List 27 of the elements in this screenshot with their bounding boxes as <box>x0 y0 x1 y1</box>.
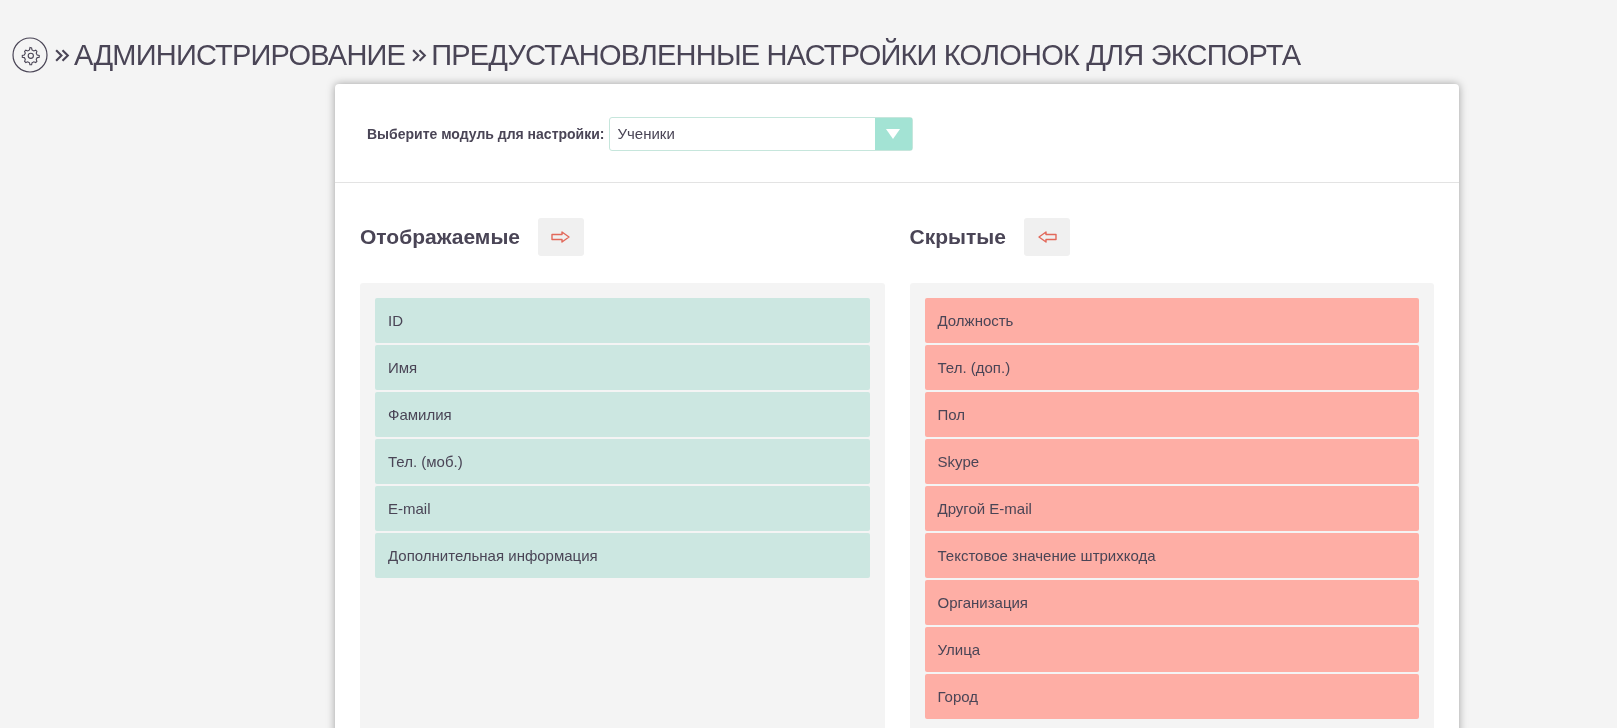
column-item[interactable]: Фамилия <box>375 392 870 437</box>
move-button[interactable] <box>1023 218 1070 256</box>
column-heading: Скрытые <box>909 225 1006 249</box>
breadcrumb-item[interactable]: АДМИНИСТРИРОВАНИЕ <box>74 38 406 72</box>
column-item[interactable]: Другой E-mail <box>924 486 1419 531</box>
column-item[interactable]: Текстовое значение штрихкода <box>924 533 1419 578</box>
breadcrumb-item[interactable]: ПРЕДУСТАНОВЛЕННЫЕ НАСТРОЙКИ КОЛОНОК ДЛЯ ЭКСПОРТА <box>431 38 1301 72</box>
move-button[interactable] <box>538 218 585 256</box>
caret-icon <box>886 129 900 139</box>
column-item[interactable]: Тел. (доп.) <box>924 345 1419 390</box>
column-item[interactable]: Должность <box>924 298 1419 343</box>
column-item[interactable]: Skype <box>924 439 1419 484</box>
settings-icon[interactable] <box>12 37 48 73</box>
column-item[interactable]: E-mail <box>375 486 870 531</box>
module-select[interactable]: Ученики <box>608 117 913 151</box>
column-item[interactable]: Улица <box>924 627 1419 672</box>
left-arrow-icon <box>1036 231 1057 243</box>
right-arrow-icon <box>551 231 572 243</box>
column-item[interactable]: Тел. (моб.) <box>375 439 870 484</box>
column-heading: Отображаемые <box>360 225 521 249</box>
column-item[interactable]: Дополнительная информация <box>375 533 870 578</box>
module-select-label: Выберите модуль для настройки: <box>367 126 605 142</box>
column-item[interactable]: Организация <box>924 580 1419 625</box>
column-item[interactable]: Город <box>924 674 1419 719</box>
column-item[interactable]: Пол <box>924 392 1419 437</box>
column-item[interactable]: ID <box>375 298 870 343</box>
column-item[interactable]: Имя <box>375 345 870 390</box>
